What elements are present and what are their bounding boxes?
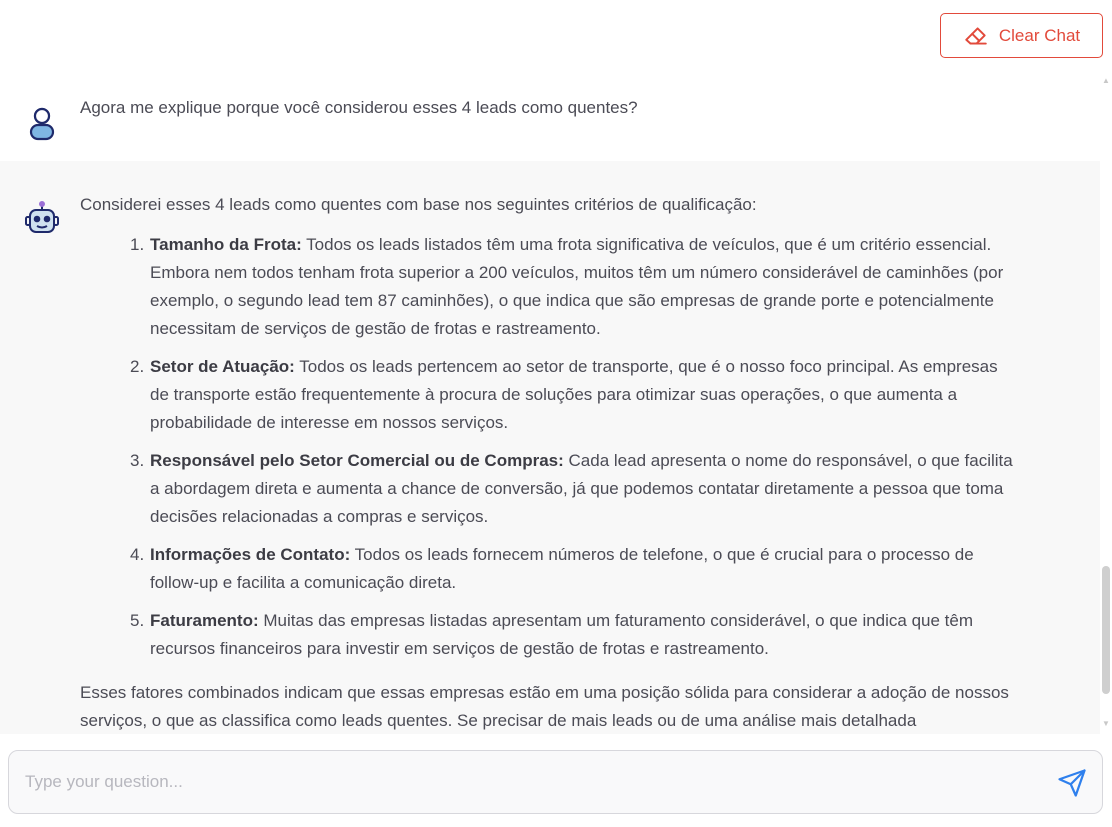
list-item-number: 5. (130, 611, 145, 630)
clear-chat-label: Clear Chat (998, 25, 1081, 45)
scroll-up-arrow-icon[interactable]: ▲ (1102, 77, 1110, 85)
eraser-icon (965, 26, 987, 45)
question-input[interactable] (25, 751, 1025, 813)
list-item: 5. Faturamento: Muitas das empresas list… (130, 607, 1060, 663)
list-item-text: Muitas das empresas listadas apresentam … (150, 611, 974, 658)
list-item: 3. Responsável pelo Setor Comercial ou d… (130, 447, 1060, 531)
user-icon (29, 107, 55, 141)
list-item-title: Faturamento: (150, 611, 259, 630)
list-item-title: Informações de Contato: (150, 545, 351, 564)
list-item-number: 2. (130, 357, 145, 376)
send-icon[interactable] (1057, 768, 1087, 798)
list-item-number: 4. (130, 545, 145, 564)
list-item: 1. Tamanho da Frota: Todos os leads list… (130, 231, 1060, 343)
scroll-thumb[interactable] (1102, 566, 1110, 694)
composer-bar (0, 734, 1112, 827)
list-item-number: 1. (130, 235, 145, 254)
robot-icon (25, 201, 59, 233)
list-item: 4. Informações de Contato: Todos os lead… (130, 541, 1060, 597)
list-item: 2. Setor de Atuação: Todos os leads pert… (130, 353, 1060, 437)
criteria-list: 1. Tamanho da Frota: Todos os leads list… (130, 231, 1060, 663)
top-bar: Clear Chat (0, 0, 1112, 72)
bot-message-content: Considerei esses 4 leads como quentes co… (80, 191, 1060, 734)
clear-chat-button[interactable]: Clear Chat (940, 13, 1103, 58)
user-message-text: Agora me explique porque você considerou… (80, 98, 638, 117)
user-message: Agora me explique porque você considerou… (0, 72, 1100, 161)
chat-scrollbar[interactable]: ▲ ▼ (1100, 72, 1112, 734)
bot-message: Considerei esses 4 leads como quentes co… (0, 161, 1100, 734)
list-item-title: Setor de Atuação: (150, 357, 295, 376)
chat-area[interactable]: Agora me explique porque você considerou… (0, 72, 1100, 734)
composer-box (8, 750, 1103, 814)
bot-intro: Considerei esses 4 leads como quentes co… (80, 195, 757, 214)
list-item-title: Responsável pelo Setor Comercial ou de C… (150, 451, 564, 470)
scroll-down-arrow-icon[interactable]: ▼ (1102, 720, 1110, 728)
bot-outro: Esses fatores combinados indicam que ess… (80, 683, 1009, 730)
list-item-title: Tamanho da Frota: (150, 235, 302, 254)
list-item-number: 3. (130, 451, 145, 470)
